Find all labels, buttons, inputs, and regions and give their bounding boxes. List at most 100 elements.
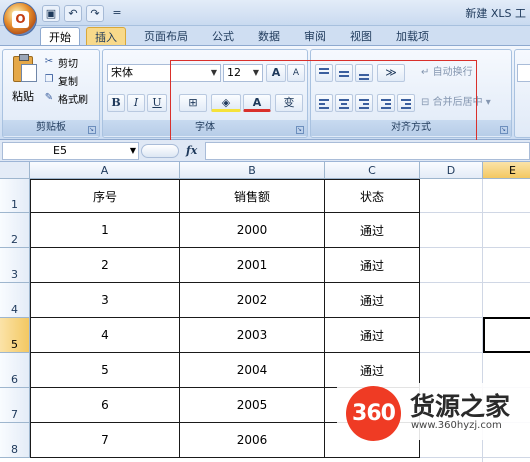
column-header-a[interactable]: A — [30, 162, 180, 179]
cell-c4[interactable]: 通过 — [325, 283, 420, 318]
middle-align-button[interactable] — [335, 64, 353, 82]
number-format-combo[interactable] — [517, 64, 530, 82]
font-color-button[interactable]: A — [243, 94, 271, 112]
column-header-d[interactable]: D — [420, 162, 483, 179]
wrap-text-button[interactable]: ↵ 自动换行 — [421, 64, 473, 82]
font-size-value: 12 — [227, 66, 241, 79]
customize-qat-button[interactable]: = — [108, 5, 126, 22]
tab-view[interactable]: 视图 — [342, 27, 380, 46]
cell-b5[interactable]: 2003 — [180, 318, 325, 353]
cut-label: 剪切 — [58, 58, 78, 70]
phonetic-button[interactable]: 变 — [275, 94, 303, 112]
undo-icon[interactable]: ↶ — [64, 4, 82, 22]
font-size-combo[interactable]: 12 ▼ — [223, 64, 263, 82]
cell-c5[interactable]: 通过 — [325, 318, 420, 353]
office-button[interactable]: O — [3, 2, 37, 36]
bold-button[interactable]: B — [107, 94, 125, 112]
watermark-logo: 360 — [346, 386, 401, 441]
chevron-down-icon: ▼ — [210, 68, 218, 77]
align-center-button[interactable] — [335, 94, 353, 112]
cell-c1[interactable]: 状态 — [325, 179, 420, 213]
cell-a1[interactable]: 序号 — [30, 179, 180, 213]
format-painter-button[interactable]: ✎ 格式刷 — [43, 90, 88, 106]
cell-a6[interactable]: 5 — [30, 353, 180, 388]
redo-icon[interactable]: ↷ — [86, 4, 104, 22]
copy-icon: ❐ — [44, 74, 54, 85]
chevron-down-icon: ▼ — [252, 68, 260, 77]
alignment-group: ≫ ↵ 自动换行 ⊟ 合并后居中 ▾ 对齐方式 ↘ — [310, 49, 512, 138]
cell-b8[interactable]: 2006 — [180, 423, 325, 458]
format-painter-label: 格式刷 — [58, 94, 88, 106]
font-name-value: 宋体 — [111, 66, 133, 79]
cell-b7[interactable]: 2005 — [180, 388, 325, 423]
tab-page-layout[interactable]: 页面布局 — [136, 27, 196, 46]
quick-access-toolbar: ▣ ↶ ↷ = — [42, 4, 126, 22]
font-name-combo[interactable]: 宋体 ▼ — [107, 64, 221, 82]
shrink-font-button[interactable]: A — [287, 64, 305, 82]
row-header-7[interactable]: 7 — [0, 388, 30, 423]
border-icon: ⊞ — [188, 96, 198, 109]
select-all-corner[interactable] — [0, 162, 30, 179]
italic-button[interactable]: I — [127, 94, 145, 112]
border-button[interactable]: ⊞ — [179, 94, 207, 112]
row-header-6[interactable]: 6 — [0, 353, 30, 388]
decrease-indent-button[interactable] — [377, 94, 395, 112]
cell-a3[interactable]: 2 — [30, 248, 180, 283]
brush-icon: ✎ — [44, 92, 54, 103]
cell-c3[interactable]: 通过 — [325, 248, 420, 283]
active-cell-e5[interactable] — [483, 317, 530, 353]
cell-b6[interactable]: 2004 — [180, 353, 325, 388]
row-header-8[interactable]: 8 — [0, 423, 30, 458]
row-header-2[interactable]: 2 — [0, 213, 30, 248]
column-header-c[interactable]: C — [325, 162, 420, 179]
cut-button[interactable]: ✂ 剪切 — [43, 54, 78, 70]
underline-button[interactable]: U — [147, 94, 167, 112]
save-icon[interactable]: ▣ — [42, 4, 60, 22]
alignment-launcher-icon[interactable]: ↘ — [500, 126, 508, 134]
cell-b4[interactable]: 2002 — [180, 283, 325, 318]
cell-a8[interactable]: 7 — [30, 423, 180, 458]
formula-bar: E5 ▼ fx — [0, 140, 530, 162]
tab-review[interactable]: 审阅 — [296, 27, 334, 46]
tab-formulas[interactable]: 公式 — [204, 27, 242, 46]
tab-home[interactable]: 开始 — [40, 27, 80, 46]
align-left-button[interactable] — [315, 94, 333, 112]
number-group-partial — [514, 49, 530, 138]
formula-input[interactable] — [205, 142, 530, 160]
clipboard-launcher-icon[interactable]: ↘ — [88, 126, 96, 134]
name-box[interactable]: E5 ▼ — [2, 142, 139, 160]
bottom-align-button[interactable] — [355, 64, 373, 82]
row-header-4[interactable]: 4 — [0, 283, 30, 318]
top-align-button[interactable] — [315, 64, 333, 82]
cell-a4[interactable]: 3 — [30, 283, 180, 318]
paste-button[interactable]: 粘贴 — [7, 54, 39, 116]
cell-b1[interactable]: 销售额 — [180, 179, 325, 213]
orientation-icon: ≫ — [385, 66, 397, 79]
cell-a5[interactable]: 4 — [30, 318, 180, 353]
grow-font-button[interactable]: A — [266, 64, 286, 82]
tab-data[interactable]: 数据 — [250, 27, 288, 46]
cell-b3[interactable]: 2001 — [180, 248, 325, 283]
cell-c2[interactable]: 通过 — [325, 213, 420, 248]
tab-addins[interactable]: 加载项 — [388, 27, 437, 46]
tab-insert[interactable]: 插入 — [86, 27, 126, 46]
column-header-b[interactable]: B — [180, 162, 325, 179]
cell-a7[interactable]: 6 — [30, 388, 180, 423]
font-launcher-icon[interactable]: ↘ — [296, 126, 304, 134]
row-header-5[interactable]: 5 — [0, 318, 30, 353]
watermark-text: 货源之家 — [410, 392, 511, 421]
row-header-1[interactable]: 1 — [0, 179, 30, 213]
orientation-button[interactable]: ≫ — [377, 64, 405, 82]
paste-label: 粘贴 — [12, 90, 34, 103]
fill-color-button[interactable]: ◈ — [211, 94, 241, 112]
cell-b2[interactable]: 2000 — [180, 213, 325, 248]
copy-button[interactable]: ❐ 复制 — [43, 72, 78, 88]
fx-icon[interactable]: fx — [186, 144, 197, 157]
merge-center-button[interactable]: ⊟ 合并后居中 ▾ — [421, 94, 491, 112]
row-header-3[interactable]: 3 — [0, 248, 30, 283]
align-right-button[interactable] — [355, 94, 373, 112]
column-header-e[interactable]: E — [483, 162, 530, 179]
increase-indent-button[interactable] — [397, 94, 415, 112]
cell-a2[interactable]: 1 — [30, 213, 180, 248]
formula-expand-handle[interactable] — [141, 144, 179, 158]
